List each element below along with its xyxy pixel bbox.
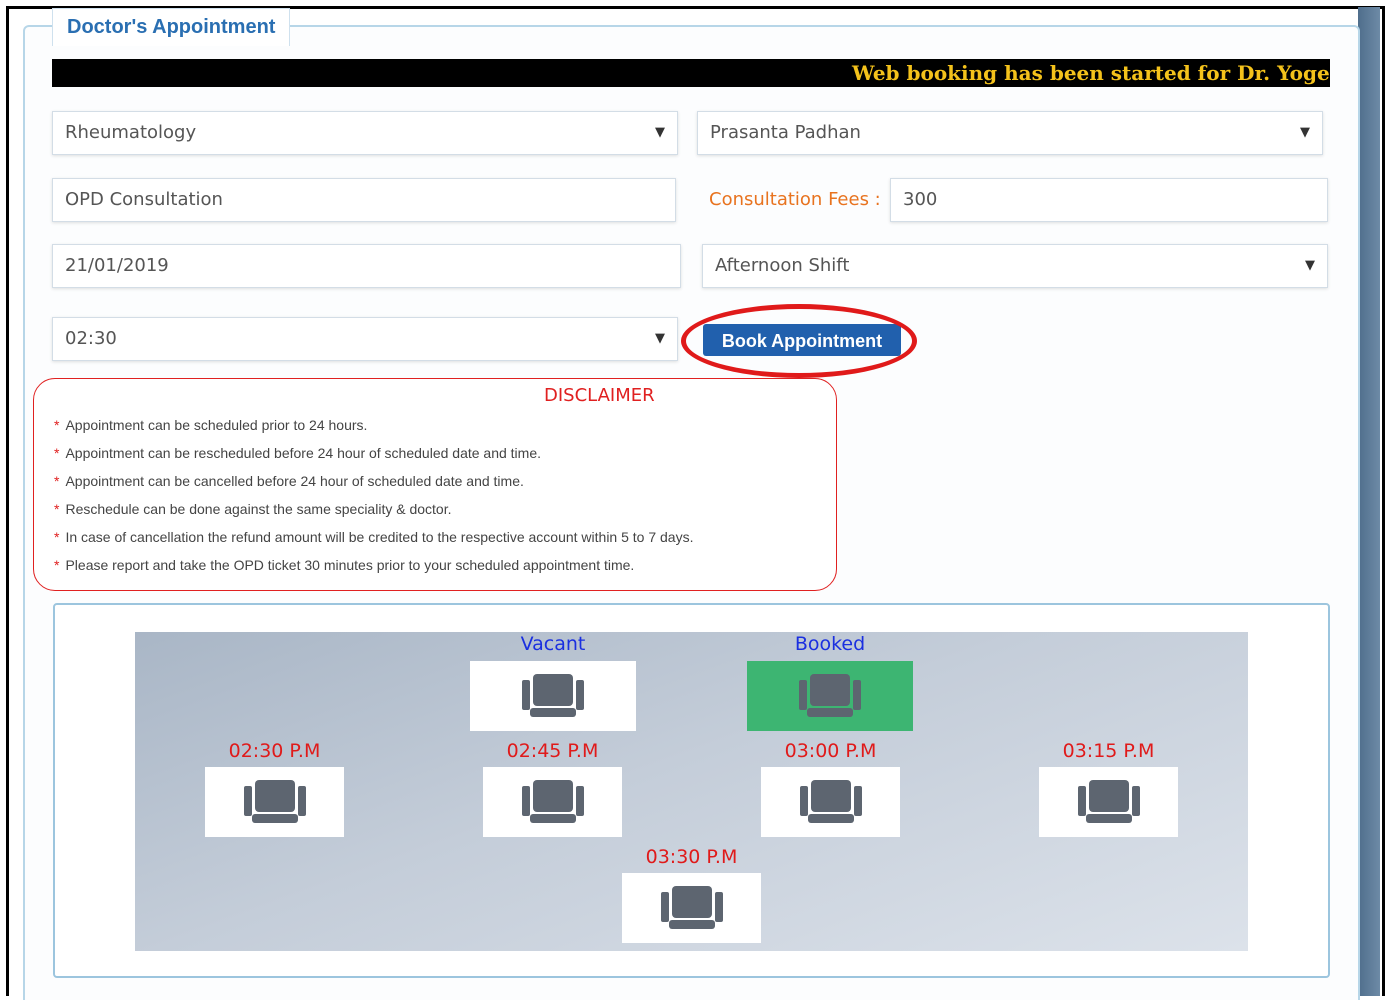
marquee-text: Web booking has been started for Dr. Yog… <box>852 61 1330 85</box>
disclaimer-item: Appointment can be cancelled before 24 h… <box>54 473 523 489</box>
doctor-select[interactable]: Prasanta Padhan <box>697 111 1323 155</box>
booked-legend-label: Booked <box>794 633 866 655</box>
speciality-select[interactable]: Rheumatology <box>52 111 678 155</box>
booked-legend-seat <box>747 661 913 731</box>
slot-time-label: 03:15 P.M <box>1062 740 1155 762</box>
consultation-fees-label: Consultation Fees : <box>709 189 881 210</box>
right-scroll-edge <box>1358 7 1380 996</box>
time-select[interactable]: 02:30 <box>52 317 678 361</box>
appointment-date-field[interactable]: 21/01/2019 <box>52 244 681 288</box>
chair-icon <box>660 886 723 929</box>
chair-icon <box>1077 780 1140 823</box>
announcement-marquee: Web booking has been started for Dr. Yog… <box>52 59 1330 87</box>
chair-icon <box>243 780 306 823</box>
slot-seat-0330[interactable] <box>622 873 761 943</box>
chair-icon <box>799 780 862 823</box>
vacant-legend-seat <box>470 661 636 731</box>
disclaimer-item: Appointment can be rescheduled before 24… <box>54 445 541 461</box>
disclaimer-item: Please report and take the OPD ticket 30… <box>54 557 634 573</box>
vacant-legend-label: Vacant <box>520 633 586 655</box>
highlight-ellipse <box>681 304 917 378</box>
slot-seat-0300[interactable] <box>761 767 900 837</box>
shift-select[interactable]: Afternoon Shift <box>702 244 1328 288</box>
chair-icon <box>522 674 584 717</box>
disclaimer-item: In case of cancellation the refund amoun… <box>54 529 693 545</box>
chair-icon <box>799 674 861 717</box>
consultation-fees-field[interactable]: 300 <box>890 178 1328 222</box>
panel-title: Doctor's Appointment <box>52 8 291 46</box>
slot-time-label: 02:30 P.M <box>228 740 321 762</box>
slot-seat-0230[interactable] <box>205 767 344 837</box>
chair-icon <box>521 780 584 823</box>
disclaimer-item: Appointment can be scheduled prior to 24… <box>54 417 367 433</box>
disclaimer-title: DISCLAIMER <box>544 385 655 406</box>
slot-seat-0315[interactable] <box>1039 767 1178 837</box>
slot-time-label: 02:45 P.M <box>506 740 599 762</box>
slot-time-label: 03:30 P.M <box>645 846 738 868</box>
slot-time-label: 03:00 P.M <box>784 740 877 762</box>
disclaimer-box: DISCLAIMER Appointment can be scheduled … <box>33 378 837 591</box>
slot-seat-0245[interactable] <box>483 767 622 837</box>
disclaimer-item: Reschedule can be done against the same … <box>54 501 451 517</box>
consultation-type-field[interactable]: OPD Consultation <box>52 178 676 222</box>
